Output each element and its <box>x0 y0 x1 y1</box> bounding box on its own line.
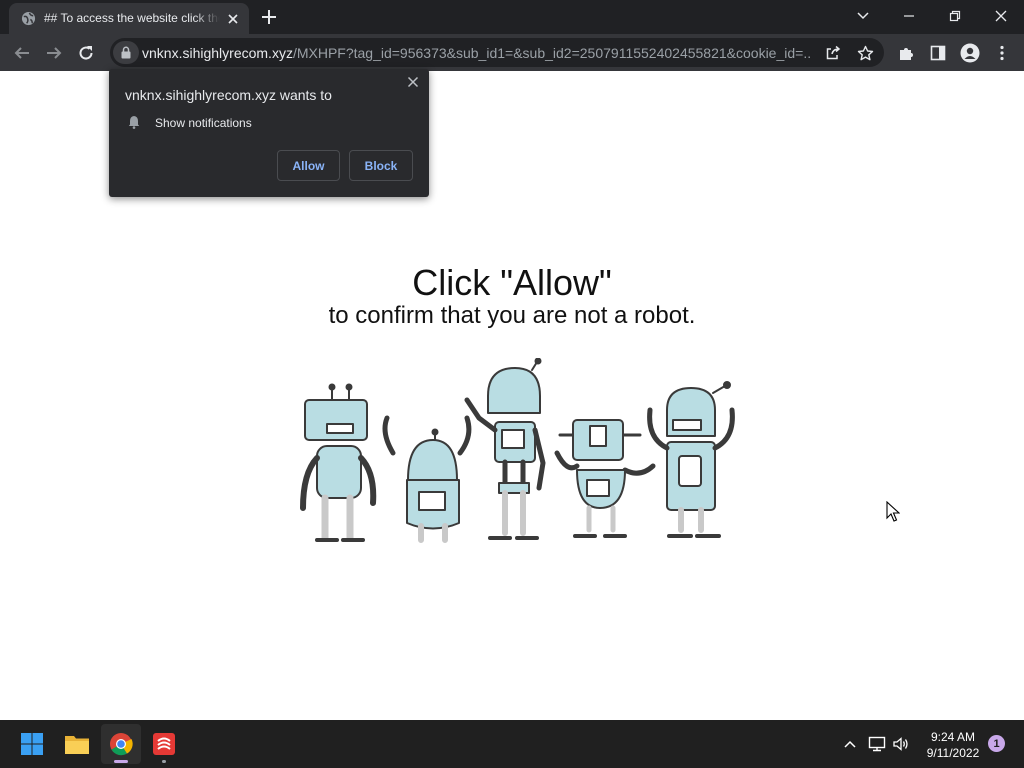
chrome-icon <box>110 733 133 756</box>
chevron-up-icon <box>844 740 856 748</box>
start-button[interactable] <box>12 724 52 764</box>
chevron-down-icon <box>857 12 869 20</box>
block-button[interactable]: Block <box>349 150 413 181</box>
reload-icon <box>79 46 93 60</box>
speaker-icon <box>893 737 908 751</box>
arrow-right-icon <box>47 47 62 59</box>
browser-window-frame: ## To access the website click the Allow… <box>0 0 1024 71</box>
extensions-button[interactable] <box>894 41 918 65</box>
bookmark-button[interactable] <box>856 44 874 62</box>
app-button[interactable] <box>144 724 184 764</box>
active-app-indicator <box>114 760 128 763</box>
minimize-icon <box>904 15 914 17</box>
bell-icon <box>128 116 140 129</box>
network-button[interactable] <box>867 734 887 754</box>
close-icon <box>995 10 1007 22</box>
tab-search-button[interactable] <box>840 0 886 32</box>
star-icon <box>857 45 873 60</box>
clock-time: 9:24 AM <box>930 730 976 744</box>
system-clock[interactable]: 9:24 AM 9/11/2022 <box>918 729 988 761</box>
page-headline: Click "Allow" <box>412 262 612 303</box>
lock-icon <box>121 46 131 59</box>
robot-2 <box>382 415 472 543</box>
browser-toolbar: vnknx.sihighlyrecom.xyz/MXHPF?tag_id=956… <box>0 34 1024 71</box>
start-icon <box>21 733 43 755</box>
running-app-indicator <box>162 760 166 763</box>
file-explorer-icon <box>65 736 89 754</box>
url-path: /MXHPF?tag_id=956373&sub_id1=&sub_id2=25… <box>292 45 812 61</box>
minimize-button[interactable] <box>886 0 932 32</box>
back-button[interactable] <box>10 41 34 65</box>
reload-button[interactable] <box>74 41 98 65</box>
page-subline: to confirm that you are not a robot. <box>328 302 696 329</box>
allow-button[interactable]: Allow <box>277 150 340 181</box>
permission-label: Show notifications <box>155 116 252 130</box>
forward-button[interactable] <box>42 41 66 65</box>
avatar-icon <box>960 43 980 63</box>
clock-date: 9/11/2022 <box>926 746 980 760</box>
side-panel-icon <box>930 45 946 61</box>
url-host: vnknx.sihighlyrecom.xyz <box>142 45 293 61</box>
new-tab-icon[interactable] <box>260 8 278 26</box>
share-icon <box>826 45 841 60</box>
tab-title: ## To access the website click the Allow… <box>44 11 220 25</box>
restore-icon <box>949 10 961 22</box>
restore-button[interactable] <box>932 0 978 32</box>
chrome-button[interactable] <box>101 724 141 764</box>
url-text: vnknx.sihighlyrecom.xyz/MXHPF?tag_id=956… <box>142 45 812 61</box>
robot-3 <box>464 358 546 540</box>
tab-strip: ## To access the website click the Allow… <box>0 0 1024 34</box>
robots-illustration <box>300 358 735 543</box>
robot-1 <box>300 383 377 542</box>
arrow-left-icon <box>14 47 29 59</box>
network-icon <box>868 736 886 752</box>
close-icon[interactable] <box>406 75 420 89</box>
tab-close-icon[interactable] <box>225 11 241 27</box>
globe-icon <box>21 11 36 26</box>
popup-title: vnknx.sihighlyrecom.xyz wants to <box>125 87 332 103</box>
windows-taskbar: 9:24 AM 9/11/2022 1 <box>0 720 1024 768</box>
share-button[interactable] <box>824 44 842 62</box>
active-tab[interactable]: ## To access the website click the Allow… <box>9 3 249 34</box>
menu-button[interactable] <box>990 41 1014 65</box>
show-hidden-icons-button[interactable] <box>840 734 860 754</box>
volume-button[interactable] <box>891 734 911 754</box>
kebab-menu-icon <box>1000 45 1004 61</box>
close-window-button[interactable] <box>978 0 1024 32</box>
app-icon <box>153 733 175 755</box>
side-panel-button[interactable] <box>926 41 950 65</box>
address-bar[interactable]: vnknx.sihighlyrecom.xyz/MXHPF?tag_id=956… <box>110 38 884 67</box>
file-explorer-button[interactable] <box>57 724 97 764</box>
puzzle-icon <box>899 47 913 60</box>
mouse-cursor-icon <box>886 501 900 522</box>
profile-button[interactable] <box>958 41 982 65</box>
notification-badge[interactable]: 1 <box>988 735 1005 752</box>
site-info-button[interactable] <box>113 41 139 64</box>
robot-4 <box>554 419 656 538</box>
notification-permission-popup: vnknx.sihighlyrecom.xyz wants to Show no… <box>109 69 429 197</box>
robot-5 <box>647 381 735 538</box>
